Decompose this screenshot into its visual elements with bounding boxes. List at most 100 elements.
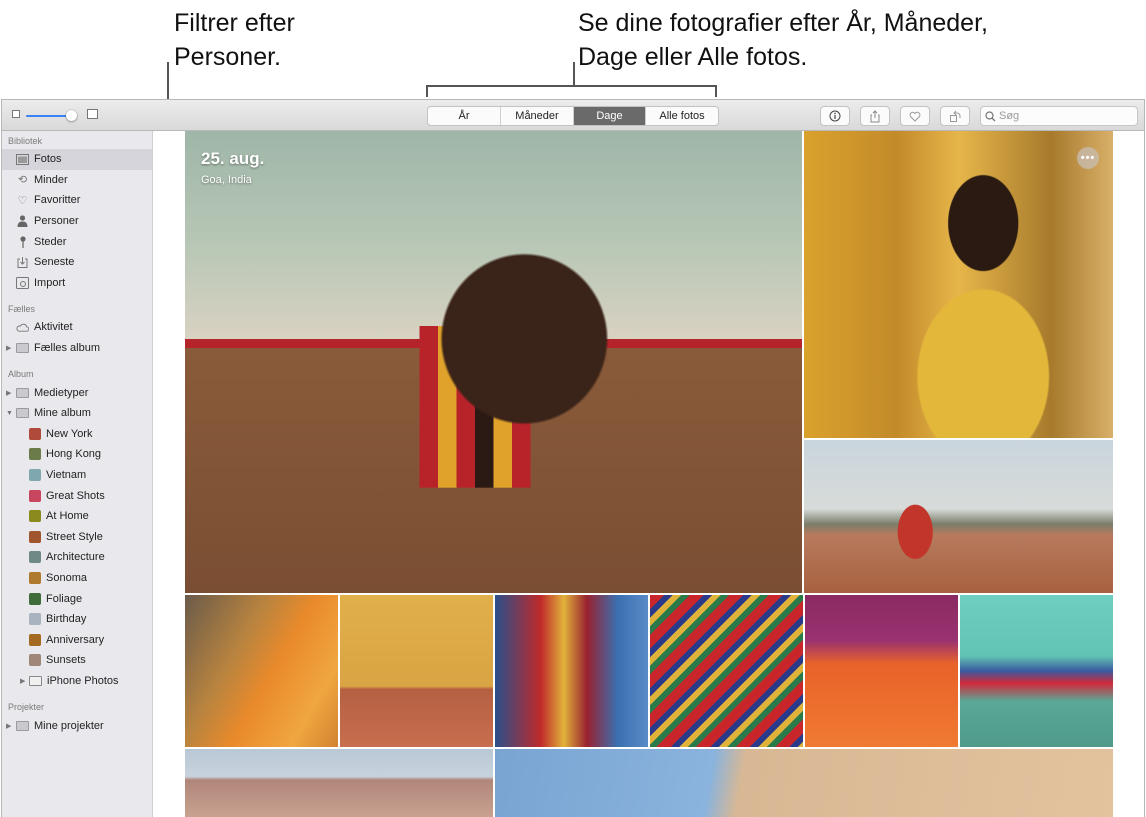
callout-views-line1: Se dine fotografier efter År, Måneder, <box>578 9 988 37</box>
sidebar-item-my-projects[interactable]: ▶ Mine projekter <box>2 715 152 736</box>
photo-dancer-red-fort[interactable] <box>804 440 1113 593</box>
disclosure-triangle-expanded-icon[interactable]: ▼ <box>6 410 13 417</box>
share-button[interactable] <box>860 106 890 126</box>
sidebar-item-label: Anniversary <box>46 633 105 646</box>
sidebar-item-album-new-york[interactable]: New York <box>2 424 152 445</box>
ellipsis-icon: ••• <box>1080 152 1096 164</box>
more-options-button[interactable]: ••• <box>1077 147 1099 169</box>
sidebar-item-album-hong-kong[interactable]: Hong Kong <box>2 444 152 465</box>
photo-man-yellow-wall[interactable]: ••• <box>804 131 1113 438</box>
folder-icon <box>16 387 29 398</box>
sidebar-item-media-types[interactable]: ▶ Medietyper <box>2 382 152 403</box>
sidebar-item-label: New York <box>46 427 93 440</box>
sidebar-item-album-vietnam[interactable]: Vietnam <box>2 465 152 486</box>
sidebar-item-album-foliage[interactable]: Foliage <box>2 588 152 609</box>
sidebar-item-album-at-home[interactable]: At Home <box>2 506 152 527</box>
favorite-button[interactable] <box>900 106 930 126</box>
album-thumbnail-icon <box>29 571 41 584</box>
sidebar-item-album-sonoma[interactable]: Sonoma <box>2 568 152 589</box>
search-field[interactable] <box>980 106 1138 126</box>
sidebar-item-label: Foliage <box>46 592 83 605</box>
sidebar-item-my-albums[interactable]: ▼ Mine album <box>2 403 152 424</box>
sidebar-item-photos[interactable]: Fotos <box>2 149 152 170</box>
sidebar-item-label: Great Shots <box>46 489 105 502</box>
view-segmented-control: År Måneder Dage Alle fotos <box>427 106 719 126</box>
callout-views-line2: Dage eller Alle fotos. <box>578 43 808 71</box>
heart-icon <box>909 111 921 122</box>
album-thumbnail-icon <box>29 489 41 502</box>
sidebar-item-album-street-style[interactable]: Street Style <box>2 527 152 548</box>
photo-hands-striped-cloth[interactable] <box>650 595 803 747</box>
sidebar-item-memories[interactable]: ⟲ Minder <box>2 170 152 191</box>
photo-woman-orange-scarf[interactable] <box>185 595 338 747</box>
album-thumbnail-icon <box>29 633 41 646</box>
photo-dancer-yellow-wall[interactable] <box>340 595 493 747</box>
sidebar-item-favorites[interactable]: ♡ Favoritter <box>2 190 152 211</box>
small-thumbnail-icon <box>12 110 20 118</box>
sidebar-item-label: Import <box>34 276 66 289</box>
sidebar-item-shared-albums[interactable]: ▶ Fælles album <box>2 338 152 359</box>
callout-views-bracket-right <box>715 85 717 97</box>
sidebar-item-import[interactable]: Import <box>2 273 152 294</box>
sidebar-item-album-architecture[interactable]: Architecture <box>2 547 152 568</box>
photo-palace-architecture[interactable] <box>185 749 493 817</box>
sidebar-item-recent[interactable]: Seneste <box>2 252 152 273</box>
zoom-slider[interactable] <box>12 109 98 123</box>
pin-icon <box>16 236 29 248</box>
disclosure-triangle-collapsed-icon[interactable]: ▶ <box>6 722 11 730</box>
photo-hero-woman-wall[interactable]: 25. aug. Goa, India <box>185 131 802 593</box>
album-thumbnail-icon <box>29 510 41 523</box>
search-icon <box>985 110 996 121</box>
zoom-slider-knob[interactable] <box>66 110 77 121</box>
sidebar-item-label: Birthday <box>46 613 87 626</box>
callout-views: Se dine fotografier efter År, Måneder, D… <box>578 6 988 74</box>
callout-views-leader <box>573 62 575 86</box>
album-thumbnail-icon <box>29 530 41 543</box>
photo-woman-blue-wall[interactable] <box>495 595 648 747</box>
folder-icon <box>16 343 29 354</box>
tab-days[interactable]: Dage <box>574 107 646 125</box>
album-thumbnail-icon <box>29 654 41 667</box>
album-thumbnail-icon <box>29 469 41 482</box>
photo-laundry-line[interactable] <box>960 595 1113 747</box>
disclosure-triangle-collapsed-icon[interactable]: ▶ <box>6 344 11 352</box>
album-thumbnail-icon <box>29 448 41 461</box>
disclosure-triangle-collapsed-icon[interactable]: ▶ <box>20 677 25 685</box>
sidebar-item-places[interactable]: Steder <box>2 231 152 252</box>
tab-all-photos[interactable]: Alle fotos <box>646 107 718 125</box>
sidebar-item-album-sunsets[interactable]: Sunsets <box>2 650 152 671</box>
photo-sky-sand[interactable] <box>495 749 1113 817</box>
sidebar-item-label: Vietnam <box>46 469 87 482</box>
sidebar-item-activity[interactable]: Aktivitet <box>2 317 152 338</box>
photo-feet-orange-powder[interactable] <box>805 595 958 747</box>
sidebar-item-label: Mine album <box>34 407 91 420</box>
section-heading-projects: Projekter <box>8 702 45 713</box>
rotate-button[interactable] <box>940 106 970 126</box>
sidebar-item-label: Fælles album <box>34 342 101 355</box>
callout-views-bracket <box>426 85 717 87</box>
sidebar-item-iphone-photos[interactable]: ▶ iPhone Photos <box>2 671 152 692</box>
day-location-label[interactable]: Goa, India <box>201 174 252 186</box>
tab-years[interactable]: År <box>428 107 501 125</box>
tab-months[interactable]: Måneder <box>501 107 574 125</box>
folder-icon <box>16 408 29 419</box>
sidebar-item-album-birthday[interactable]: Birthday <box>2 609 152 630</box>
sidebar-item-album-anniversary[interactable]: Anniversary <box>2 629 152 650</box>
day-date-label: 25. aug. <box>201 149 265 168</box>
sidebar-item-label: Personer <box>34 215 79 228</box>
info-button[interactable] <box>820 106 850 126</box>
album-thumbnail-icon <box>29 592 41 605</box>
sidebar-item-label: Seneste <box>34 256 75 269</box>
sidebar-item-album-great-shots[interactable]: Great Shots <box>2 485 152 506</box>
callout-persons-line2: Personer. <box>174 43 282 71</box>
sidebar: Bibliotek Fotos ⟲ Minder ♡ Favoritter Pe… <box>2 131 153 817</box>
album-thumbnail-icon <box>29 427 41 440</box>
section-heading-albums: Album <box>8 369 34 380</box>
sidebar-item-people[interactable]: Personer <box>2 211 152 232</box>
search-input[interactable] <box>999 110 1129 122</box>
sidebar-item-label: Steder <box>34 235 67 248</box>
share-icon <box>870 109 880 122</box>
person-icon <box>16 215 29 228</box>
sidebar-item-label: Architecture <box>46 551 105 564</box>
disclosure-triangle-collapsed-icon[interactable]: ▶ <box>6 389 11 397</box>
